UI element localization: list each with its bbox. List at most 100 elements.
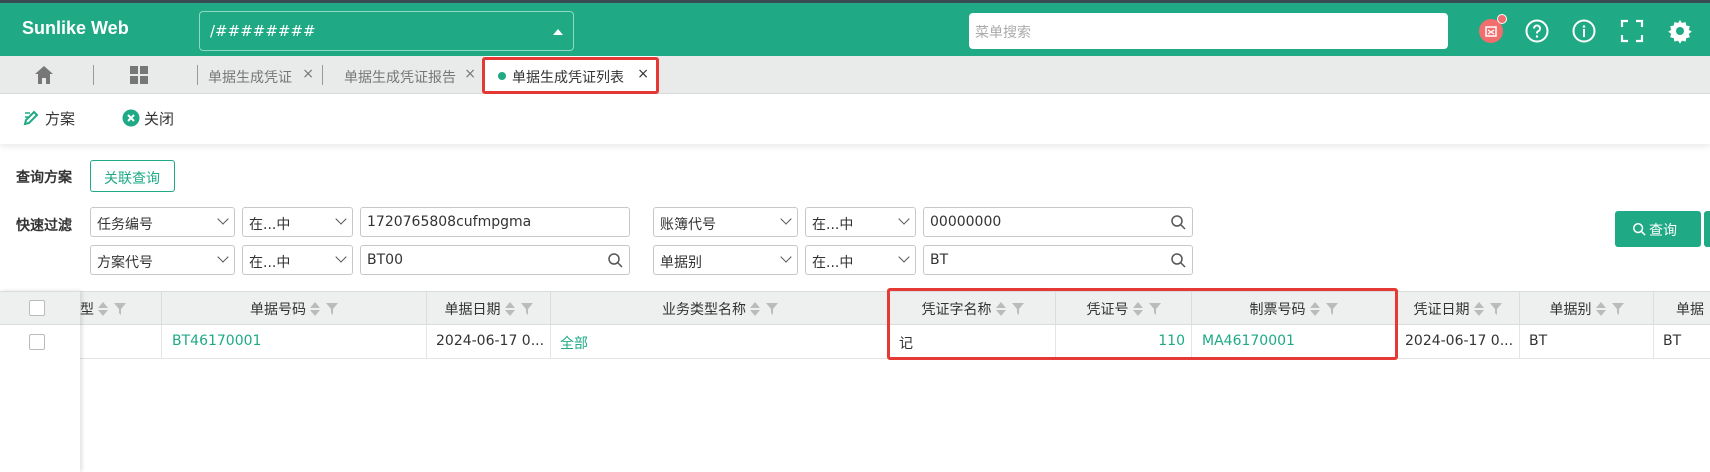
filter-op-select[interactable]: 在...中 <box>242 207 353 237</box>
calendar-alert-icon[interactable] <box>1478 14 1507 44</box>
filter-op-value: 在...中 <box>249 217 291 233</box>
fullscreen-icon[interactable] <box>1619 18 1645 44</box>
col-header-label: 凭证日期 <box>1413 302 1470 318</box>
filter-icon[interactable] <box>1489 303 1502 315</box>
data-grid: 型 单据号码 单据日期 业务类型名称 凭证字名称 凭证号 制票号码 凭证日期 单… <box>0 291 1710 472</box>
filter-op-select[interactable]: 在...中 <box>242 245 353 275</box>
sort-icon[interactable] <box>1473 302 1484 316</box>
quick-filter-label: 快速过滤 <box>16 218 72 234</box>
filter-op-value: 在...中 <box>812 255 854 271</box>
chevron-down-icon <box>898 251 910 263</box>
tab-voucher-gen[interactable]: 单据生成凭证 × <box>198 56 322 94</box>
close-label: 关闭 <box>144 110 175 128</box>
cell-doc-type: BT <box>1520 325 1654 358</box>
sort-icon[interactable] <box>750 302 760 316</box>
org-select-value: /######## <box>210 22 316 40</box>
info-icon[interactable] <box>1571 18 1597 44</box>
col-header-type[interactable]: 型 <box>80 292 162 324</box>
search-icon[interactable] <box>607 252 623 268</box>
col-header-label: 单据日期 <box>444 302 501 318</box>
cell-type <box>80 325 162 358</box>
search-icon[interactable] <box>1170 214 1186 230</box>
chevron-down-icon <box>335 213 347 225</box>
notification-dot <box>1497 14 1507 24</box>
plan-button[interactable]: 方案 <box>23 108 75 129</box>
highlight-box-columns <box>887 288 1398 360</box>
col-header-label: 业务类型名称 <box>662 302 746 318</box>
sort-icon[interactable] <box>504 302 515 316</box>
col-header-doc-type[interactable]: 单据别 <box>1520 292 1654 324</box>
query-button[interactable]: 查询 <box>1615 211 1701 247</box>
gear-icon[interactable] <box>1667 18 1693 44</box>
col-header-voucher-date[interactable]: 凭证日期 <box>1396 292 1520 324</box>
home-icon[interactable] <box>33 64 55 86</box>
select-all-checkbox[interactable] <box>29 300 45 316</box>
query-plan-label: 查询方案 <box>16 170 72 186</box>
filter-field-select[interactable]: 任务编号 <box>90 207 235 237</box>
close-button[interactable]: 关闭 <box>122 108 174 129</box>
filter-icon[interactable] <box>520 303 533 315</box>
chevron-down-icon <box>898 213 910 225</box>
menu-search-input[interactable]: 菜单搜索 <box>969 13 1448 49</box>
tab-label: 单据生成凭证报告 <box>344 70 456 86</box>
filter-value-input[interactable]: 1720765808cufmpgma <box>360 207 630 237</box>
close-icon[interactable]: × <box>302 66 314 82</box>
extra-button-edge[interactable] <box>1704 211 1710 247</box>
col-header-doc-type2[interactable]: 单据 <box>1654 292 1710 324</box>
filter-op-value: 在...中 <box>249 255 291 271</box>
filter-value-input[interactable]: 00000000 <box>923 207 1193 237</box>
col-header-doc-date[interactable]: 单据日期 <box>427 292 551 324</box>
filter-field-select[interactable]: 方案代号 <box>90 245 235 275</box>
cell-doc-no[interactable]: BT46170001 <box>162 325 427 358</box>
chevron-down-icon <box>335 251 347 263</box>
tab-voucher-report[interactable]: 单据生成凭证报告 × <box>334 56 484 94</box>
search-icon[interactable] <box>1170 252 1186 268</box>
plan-label: 方案 <box>45 110 76 128</box>
close-icon[interactable]: × <box>464 66 476 82</box>
col-header-doc-no[interactable]: 单据号码 <box>162 292 427 324</box>
cell-voucher-date: 2024-06-17 0... <box>1396 325 1520 358</box>
org-select[interactable]: /######## <box>199 11 574 51</box>
sort-icon[interactable] <box>1595 302 1606 316</box>
filter-value: BT00 <box>367 252 403 268</box>
menu-search-placeholder: 菜单搜索 <box>975 25 1031 41</box>
checkbox-column <box>0 291 80 472</box>
sort-icon[interactable] <box>98 302 108 316</box>
chevron-down-icon <box>780 213 792 225</box>
col-header-label: 型 <box>80 302 94 318</box>
caret-up-icon <box>553 29 563 35</box>
filter-value-input[interactable]: BT <box>923 245 1193 275</box>
filter-value: 1720765808cufmpgma <box>367 214 532 230</box>
toolbar: 方案 关闭 <box>0 94 1710 144</box>
help-icon[interactable] <box>1524 18 1550 44</box>
filter-icon[interactable] <box>114 303 126 315</box>
cell-doc-date: 2024-06-17 0... <box>427 325 551 358</box>
chevron-down-icon <box>217 251 229 263</box>
filter-field-select[interactable]: 单据别 <box>653 245 798 275</box>
filter-icon[interactable] <box>766 303 778 315</box>
table-row[interactable]: BT46170001 2024-06-17 0... 全部 记 110 MA46… <box>0 325 1710 359</box>
filter-op-select[interactable]: 在...中 <box>805 207 916 237</box>
filter-op-select[interactable]: 在...中 <box>805 245 916 275</box>
tab-label: 单据生成凭证 <box>208 70 292 86</box>
col-header-biz-type[interactable]: 业务类型名称 <box>551 292 890 324</box>
cell-biz-type[interactable]: 全部 <box>551 325 890 358</box>
filter-icon[interactable] <box>326 303 338 315</box>
grid-menu-icon[interactable] <box>128 64 150 86</box>
filter-field-value: 账簿代号 <box>660 217 716 233</box>
filter-field-value: 方案代号 <box>97 255 153 271</box>
filter-op-value: 在...中 <box>812 217 854 233</box>
top-bar: Sunlike Web /######## 菜单搜索 <box>0 0 1710 56</box>
filter-value-input[interactable]: BT00 <box>360 245 630 275</box>
sort-icon[interactable] <box>310 302 320 316</box>
edit-plan-icon <box>23 110 39 126</box>
row-checkbox[interactable] <box>29 334 45 350</box>
grid-header: 型 单据号码 单据日期 业务类型名称 凭证字名称 凭证号 制票号码 凭证日期 单… <box>0 291 1710 325</box>
filter-field-value: 单据别 <box>660 255 702 271</box>
filter-field-select[interactable]: 账簿代号 <box>653 207 798 237</box>
tab-divider <box>93 65 94 85</box>
cell-doc-type2: BT <box>1663 333 1682 349</box>
tab-divider <box>322 65 323 85</box>
linked-query-button[interactable]: 关联查询 <box>90 160 175 192</box>
filter-icon[interactable] <box>1611 303 1624 315</box>
